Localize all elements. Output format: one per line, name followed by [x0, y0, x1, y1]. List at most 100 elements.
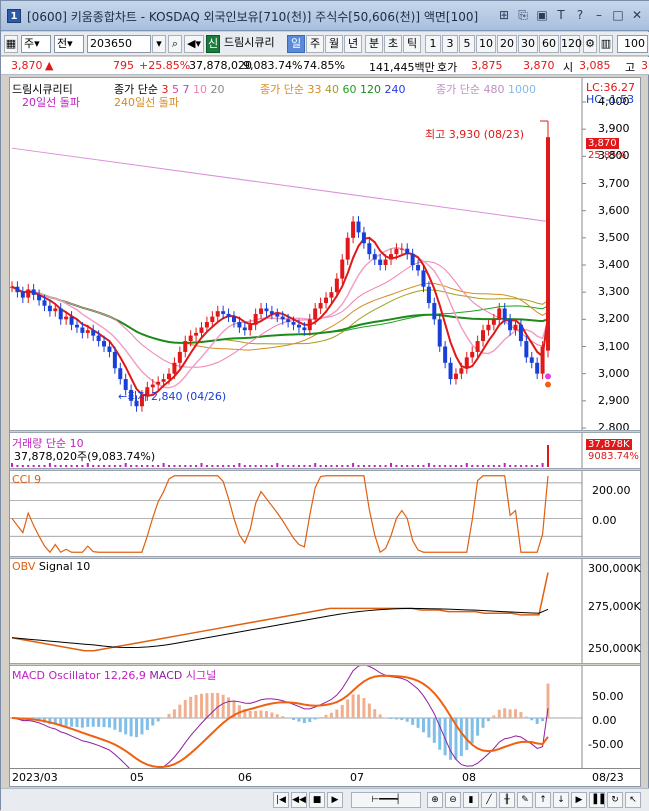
period-minute[interactable]: 분 — [365, 35, 383, 53]
interval-60[interactable]: 60 — [539, 35, 559, 53]
title-bar: 1 [0600] 키움종합차트 - KOSDAQ 외국인보유[710(천)] 주… — [1, 1, 649, 31]
interval-5[interactable]: 5 — [459, 35, 475, 53]
first-icon[interactable]: |◀ — [273, 792, 289, 808]
font-icon[interactable]: T — [554, 8, 568, 22]
period-week[interactable]: 주 — [306, 35, 324, 53]
chart-area[interactable]: 드림시큐리티 종가 단순 3 5 7 10 20 종가 단순 33 40 60 … — [9, 77, 641, 787]
macd-osc-bar — [498, 710, 501, 718]
macd-osc-bar — [168, 714, 171, 718]
cci-tick-0: 0.00 — [592, 514, 617, 527]
type-select[interactable]: 전▾ — [54, 35, 84, 53]
candle-body — [32, 289, 36, 294]
maximize-icon[interactable]: □ — [611, 8, 625, 22]
volume-bar — [130, 465, 132, 467]
period-day[interactable]: 일 — [287, 35, 305, 53]
minimize-icon[interactable]: – — [592, 8, 606, 22]
price-tick: 3,700 — [598, 177, 630, 190]
interval-30[interactable]: 30 — [518, 35, 538, 53]
candle-body — [205, 322, 209, 327]
pause-icon[interactable]: ▐▐ — [589, 792, 605, 808]
macd-osc-bar — [276, 714, 279, 718]
zoom-out-icon[interactable]: ⊖ — [445, 792, 461, 808]
candle-body — [210, 317, 214, 322]
candle-body — [443, 347, 447, 363]
refresh-icon[interactable]: ↻ — [607, 792, 623, 808]
candle-body — [541, 347, 545, 374]
pen-icon[interactable]: ✎ — [517, 792, 533, 808]
grid-icon[interactable]: ▦ — [4, 35, 18, 53]
volume-bar — [493, 465, 495, 467]
scroll-slider[interactable]: ⊢━━━┥ — [351, 792, 421, 808]
candle-body — [454, 374, 458, 379]
settings-icon[interactable]: ⚙ — [583, 35, 597, 53]
close-icon[interactable]: ✕ — [630, 8, 644, 22]
period-second[interactable]: 초 — [384, 35, 402, 53]
change-value: 795 — [113, 59, 134, 72]
interval-120[interactable]: 120 — [560, 35, 580, 53]
interval-3[interactable]: 3 — [442, 35, 458, 53]
interval-1[interactable]: 1 — [425, 35, 441, 53]
macd-osc-bar — [417, 718, 420, 728]
interval-10[interactable]: 10 — [476, 35, 496, 53]
search-icon[interactable]: ⌕ — [168, 35, 182, 53]
pane-divider[interactable] — [10, 663, 640, 666]
interval-20[interactable]: 20 — [497, 35, 517, 53]
period-year[interactable]: 년 — [344, 35, 362, 53]
rewind-icon[interactable]: ◀◀ — [291, 792, 307, 808]
period-tick[interactable]: 틱 — [403, 35, 421, 53]
pane-divider[interactable] — [10, 468, 640, 471]
bar-icon[interactable]: ▮ — [463, 792, 479, 808]
candle-body — [183, 341, 187, 352]
app-icon[interactable]: 1 — [7, 9, 21, 23]
macd-osc-bar — [97, 718, 100, 727]
count-input[interactable]: 100 — [617, 35, 648, 53]
cursor-icon[interactable]: ↖ — [625, 792, 641, 808]
macd-osc-bar — [346, 699, 349, 718]
volume-bar — [103, 465, 105, 467]
macd-osc-bar — [373, 709, 376, 718]
volume-bar — [179, 465, 181, 467]
macd-osc-bar — [476, 718, 479, 736]
arrow-down-icon[interactable]: ↓ — [553, 792, 569, 808]
price-tick: 3,800 — [598, 149, 630, 162]
stop-icon[interactable]: ■ — [309, 792, 325, 808]
save-icon[interactable]: ▣ — [535, 8, 549, 22]
code-input[interactable]: 203650 — [87, 35, 151, 53]
volume-bar — [184, 465, 186, 467]
macd-osc-bar — [195, 695, 198, 718]
zoom-in-icon[interactable]: ⊕ — [427, 792, 443, 808]
macd-osc-bar — [86, 718, 89, 727]
link-icon[interactable]: ⊞ — [497, 8, 511, 22]
arrow-up-icon[interactable]: ↑ — [535, 792, 551, 808]
dropdown-icon[interactable]: ▾ — [152, 35, 166, 53]
market-select[interactable]: 주▾ — [21, 35, 51, 53]
volume-bar — [336, 465, 338, 467]
candle-body — [503, 308, 507, 319]
chart-type-icon[interactable]: ▥ — [599, 35, 613, 53]
help-icon[interactable]: ? — [573, 8, 587, 22]
candle-body — [324, 298, 328, 303]
ask-price: 3,875 — [471, 59, 503, 72]
period-month[interactable]: 월 — [325, 35, 343, 53]
macd-osc-bar — [492, 715, 495, 718]
forward-icon[interactable]: ▶ — [327, 792, 343, 808]
candle-icon[interactable]: ╫ — [499, 792, 515, 808]
candle-body — [486, 325, 490, 330]
sound-icon[interactable]: ◀▾ — [184, 35, 204, 53]
play-icon[interactable]: ▶ — [571, 792, 587, 808]
macd-osc-bar — [146, 718, 149, 730]
volume-bar — [455, 465, 457, 467]
candle-body — [237, 322, 241, 327]
volume-bar — [276, 463, 278, 467]
ma-33-line — [12, 283, 548, 350]
copy-icon[interactable]: ⎘ — [516, 8, 530, 22]
macd-osc-bar — [536, 718, 539, 724]
macd-osc-bar — [319, 717, 322, 718]
macd-osc-bar — [303, 718, 306, 723]
pane-divider[interactable] — [10, 556, 640, 559]
x-label-right: 08/23 — [592, 771, 624, 784]
toolbar: ▦ 주▾ 전▾ 203650 ▾ ⌕ ◀▾ 신 드림시큐리 일 주 월 년 분 … — [1, 32, 649, 56]
line-icon[interactable]: ╱ — [481, 792, 497, 808]
candle-body — [286, 319, 290, 322]
pane-divider[interactable] — [10, 430, 640, 433]
